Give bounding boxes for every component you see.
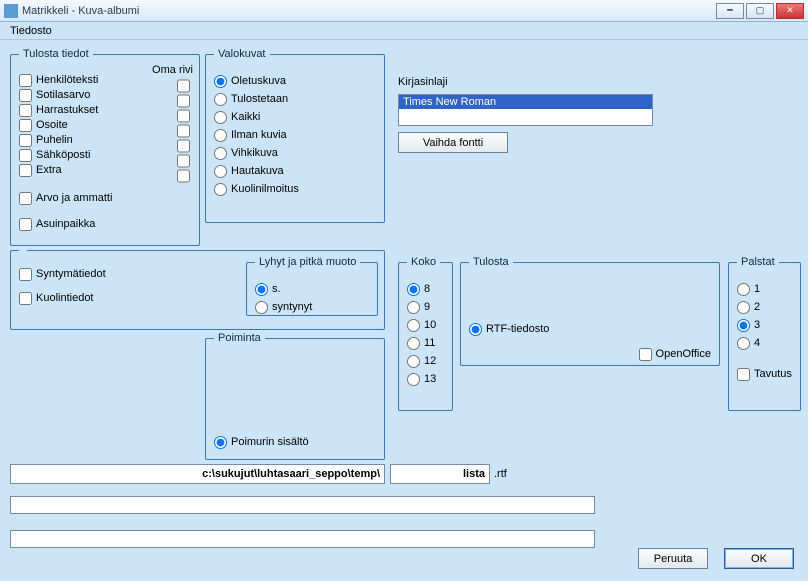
group-tulosta-out: Tulosta RTF-tiedosto OpenOffice [460,256,720,366]
radio-ilman-kuvia[interactable] [214,129,227,142]
oma-extra[interactable] [177,169,190,183]
group-palstat-legend: Palstat [737,256,779,268]
font-listbox[interactable]: Times New Roman [398,94,653,126]
path-name[interactable]: lista [390,464,490,484]
radio-kaikki[interactable] [214,111,227,124]
group-poiminta: Poiminta Poimurin sisältö [205,332,385,460]
radio-poimurin[interactable] [214,436,227,449]
radio-kuolinilmoitus[interactable] [214,183,227,196]
radio-oletuskuva[interactable] [214,75,227,88]
chk-sotilasarvo[interactable] [19,89,32,102]
group-koko: Koko 8 9 10 11 12 13 [398,256,453,411]
maximize-button[interactable]: ▢ [746,3,774,19]
radio-koko-13[interactable] [407,373,420,386]
menu-file[interactable]: Tiedosto [4,23,58,39]
chk-osoite[interactable] [19,119,32,132]
path-folder[interactable]: c:\sukujut\luhtasaari_seppo\temp\ [10,464,385,484]
radio-koko-10[interactable] [407,319,420,332]
ok-button[interactable]: OK [724,548,794,569]
progress-1 [10,496,595,514]
window-title: Matrikkeli - Kuva-albumi [22,5,714,17]
chk-extra[interactable] [19,164,32,177]
chk-syntymatiedot[interactable] [19,268,32,281]
group-lyhyt: Lyhyt ja pitkä muoto s. syntynyt [246,256,378,316]
group-palstat: Palstat 1 2 3 4 Tavutus [728,256,801,411]
chk-openoffice[interactable] [639,348,652,361]
chk-henkiloteksti[interactable] [19,74,32,87]
oma-sotilasarvo[interactable] [177,94,190,108]
kirjasinlaji-label: Kirjasinlaji [398,76,448,88]
radio-koko-12[interactable] [407,355,420,368]
radio-palstat-1[interactable] [737,283,750,296]
radio-tulostetaan[interactable] [214,93,227,106]
progress-2 [10,530,595,548]
chk-harrastukset[interactable] [19,104,32,117]
radio-palstat-4[interactable] [737,337,750,350]
group-tulosta-tiedot-legend: Tulosta tiedot [19,48,93,60]
oma-harrastukset[interactable] [177,109,190,123]
path-ext: .rtf [494,464,507,484]
titlebar: Matrikkeli - Kuva-albumi ━ ▢ ✕ [0,0,808,22]
oma-osoite[interactable] [177,124,190,138]
radio-koko-9[interactable] [407,301,420,314]
close-button[interactable]: ✕ [776,3,804,19]
oma-henkiloteksti[interactable] [177,79,190,93]
group-lyhyt-legend: Lyhyt ja pitkä muoto [255,256,360,268]
radio-koko-11[interactable] [407,337,420,350]
menubar: Tiedosto [0,22,808,40]
group-tulosta-tiedot: Tulosta tiedot Oma rivi Henkilöteksti So… [10,48,200,246]
radio-hautakuva[interactable] [214,165,227,178]
radio-vihkikuva[interactable] [214,147,227,160]
cancel-button[interactable]: Peruuta [638,548,708,569]
chk-arvo-ja-ammatti[interactable] [19,192,32,205]
app-icon [4,4,18,18]
group-koko-legend: Koko [407,256,440,268]
radio-s[interactable] [255,283,268,296]
radio-koko-8[interactable] [407,283,420,296]
oma-puhelin[interactable] [177,139,190,153]
radio-rtf[interactable] [469,323,482,336]
radio-syntynyt[interactable] [255,301,268,314]
group-poiminta-legend: Poiminta [214,332,265,344]
minimize-button[interactable]: ━ [716,3,744,19]
chk-asuinpaikka[interactable] [19,218,32,231]
chk-tavutus[interactable] [737,368,750,381]
chk-sahkoposti[interactable] [19,149,32,162]
chk-kuolintiedot[interactable] [19,292,32,305]
change-font-button[interactable]: Vaihda fontti [398,132,508,153]
radio-palstat-3[interactable] [737,319,750,332]
oma-sahkoposti[interactable] [177,154,190,168]
radio-palstat-2[interactable] [737,301,750,314]
chk-puhelin[interactable] [19,134,32,147]
font-selected: Times New Roman [399,95,652,109]
group-valokuvat-legend: Valokuvat [214,48,270,60]
group-tulosta-out-legend: Tulosta [469,256,513,268]
group-valokuvat: Valokuvat Oletuskuva Tulostetaan Kaikki … [205,48,385,223]
